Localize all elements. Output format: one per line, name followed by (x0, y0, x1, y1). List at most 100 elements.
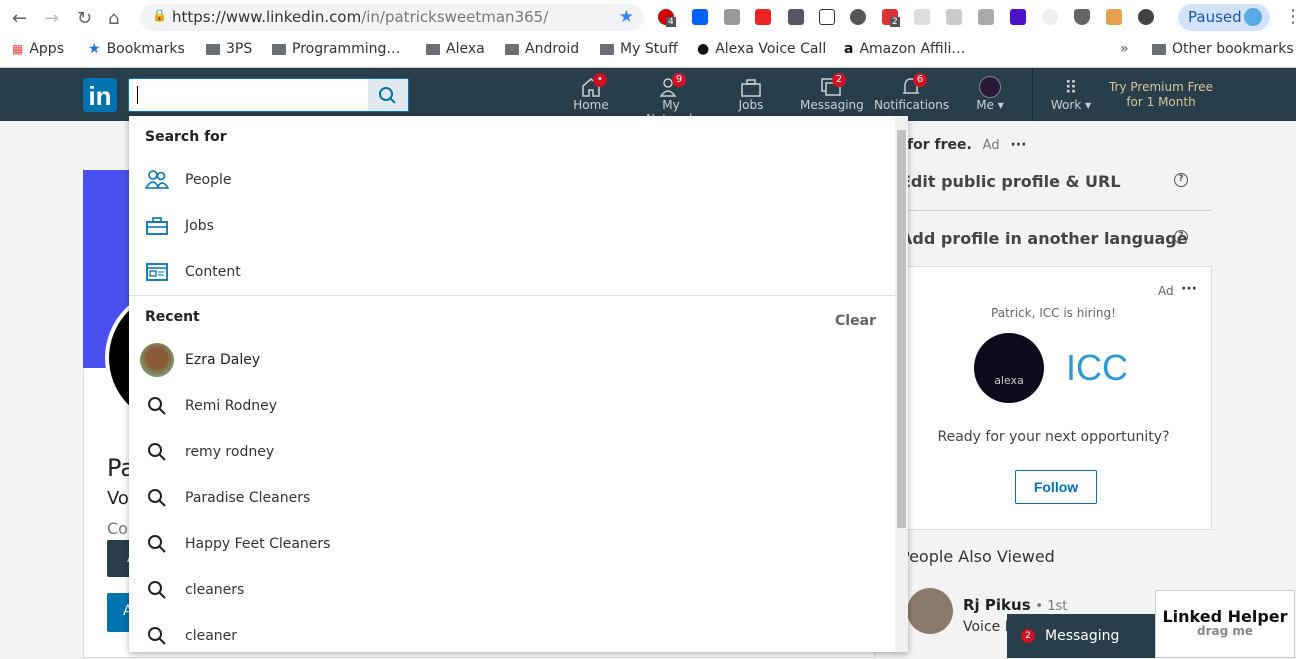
bookmark-folder[interactable]: 3PS (206, 41, 252, 57)
search-for-heading: Search for (145, 129, 227, 145)
bookmark-apps[interactable]: ▦ Apps (12, 41, 64, 57)
shield-icon[interactable] (1074, 9, 1090, 25)
extension-icon[interactable] (1138, 9, 1154, 25)
recent-item[interactable]: Paradise Cleaners (129, 475, 895, 521)
recent-item[interactable]: Happy Feet Cleaners (129, 521, 895, 567)
add-language-profile-link[interactable]: Add profile in another language (900, 229, 1188, 248)
more-options-button[interactable]: ··· (1010, 137, 1026, 153)
forward-icon[interactable]: → (44, 8, 59, 29)
folder-icon (272, 43, 286, 55)
search-icon (148, 581, 166, 599)
avatar-icon (1244, 8, 1262, 26)
person-avatar[interactable] (907, 588, 953, 634)
search-icon (148, 627, 166, 645)
clear-recent-button[interactable]: Clear (835, 313, 876, 329)
profile-headline: Vo (107, 488, 129, 509)
bookmark-folder[interactable]: Android (505, 41, 579, 57)
bookmark-folder[interactable]: Programming… (272, 41, 400, 57)
extension-icon[interactable]: 2 (882, 9, 900, 27)
extension-icon[interactable] (1042, 9, 1058, 25)
extension-icon[interactable] (724, 9, 740, 25)
json-icon[interactable] (819, 9, 835, 25)
search-icon (148, 397, 166, 415)
dropdown-scrollbar[interactable] (895, 116, 908, 652)
bookmark-folder[interactable]: My Stuff (600, 41, 678, 57)
recent-item[interactable]: cleaner (129, 613, 895, 659)
briefcase-icon (741, 79, 761, 97)
recent-item[interactable]: cleaners (129, 567, 895, 613)
people-icon (145, 170, 169, 189)
folder-icon (600, 43, 614, 55)
follow-button[interactable]: Follow (1015, 470, 1097, 504)
bookmark-star-icon[interactable]: ★ (619, 7, 634, 27)
folder-icon (206, 43, 220, 55)
java-icon[interactable] (1106, 9, 1122, 25)
bookmark-link[interactable]: a Amazon Affili… (844, 41, 965, 57)
address-bar[interactable]: 🔒 https://www.linkedin.com/in/patrickswe… (140, 4, 644, 31)
icc-logo: ICC (1066, 347, 1128, 388)
search-icon (148, 443, 166, 461)
search-for-content[interactable]: Content (129, 249, 895, 295)
scrollbar-thumb[interactable] (897, 130, 906, 528)
search-for-jobs[interactable]: Jobs (129, 203, 895, 249)
recent-item[interactable]: Remi Rodney (129, 383, 895, 429)
nav-jobs[interactable]: Jobs (731, 74, 771, 112)
nav-home[interactable]: • Home (566, 73, 616, 112)
extension-icon[interactable] (946, 9, 962, 25)
search-icon (148, 489, 166, 507)
reload-icon[interactable]: ↻ (77, 8, 92, 29)
extension-icon[interactable] (850, 9, 866, 25)
nav-work[interactable]: ⠿ Work ▾ (1046, 74, 1096, 113)
people-also-viewed-heading: People Also Viewed (900, 547, 1055, 566)
promo-text: for free. Ad ··· (907, 137, 1027, 153)
bookmark-folder[interactable]: Alexa (426, 41, 485, 57)
linkedin-logo[interactable]: in (83, 78, 117, 112)
folder-icon (426, 43, 440, 55)
messaging-overlay-bar[interactable]: 2 Messaging (1007, 614, 1155, 658)
search-for-people[interactable]: People (129, 157, 895, 203)
react-icon[interactable] (914, 9, 930, 25)
lighthouse-icon[interactable] (1010, 9, 1026, 25)
extension-icon[interactable] (978, 9, 994, 25)
ad-card: Ad ··· Patrick, ICC is hiring! alexa ICC… (895, 266, 1212, 530)
recent-item[interactable]: Ezra Daley (129, 337, 895, 383)
member-photo: alexa (974, 333, 1044, 403)
edit-public-profile-link[interactable]: Edit public profile & URL (900, 172, 1121, 191)
browser-toolbar: ← → ↻ ⌂ 🔒 https://www.linkedin.com/in/pa… (0, 0, 1296, 34)
recent-heading: Recent (145, 309, 200, 325)
divider (900, 210, 1211, 211)
home-icon[interactable]: ⌂ (108, 8, 119, 29)
youtube-ext-icon[interactable] (755, 9, 771, 25)
back-icon[interactable]: ← (12, 8, 27, 29)
nav-notifications[interactable]: 6 Notifications (874, 73, 949, 112)
profile-paused-button[interactable]: Paused (1178, 4, 1270, 31)
search-icon (379, 87, 396, 104)
nav-me[interactable]: Me ▾ (970, 74, 1010, 112)
search-button[interactable] (368, 79, 408, 111)
person-headline: Voice F (963, 619, 1013, 635)
menu-icon[interactable]: ⋮ (1284, 6, 1296, 27)
bookmarks-overflow-button[interactable]: » (1120, 41, 1129, 57)
search-input[interactable] (128, 78, 409, 112)
content-icon (146, 263, 168, 281)
person-name-row[interactable]: Rj Pikus • 1st (963, 596, 1067, 614)
avatar (140, 343, 174, 377)
text-cursor (137, 86, 138, 104)
more-options-button[interactable]: ··· (1181, 281, 1197, 297)
other-bookmarks[interactable]: Other bookmarks (1152, 41, 1294, 57)
try-premium-link[interactable]: Try Premium Free for 1 Month (1105, 80, 1217, 110)
github-icon: ● (697, 41, 710, 57)
recent-item[interactable]: remy rodney (129, 429, 895, 475)
eyedropper-icon[interactable] (788, 9, 804, 25)
help-icon[interactable]: ? (1174, 230, 1188, 244)
bookmark-link[interactable]: ● Alexa Voice Call (697, 41, 826, 57)
nav-messaging[interactable]: 2 Messaging (800, 73, 864, 112)
nav-divider (1032, 68, 1033, 121)
adblock-icon[interactable]: 4 (658, 9, 676, 27)
help-icon[interactable]: ? (1174, 173, 1188, 187)
bookmark-bookmarks[interactable]: ★ Bookmarks (88, 41, 185, 57)
dropbox-icon[interactable] (692, 9, 708, 25)
apps-grid-icon: ▦ (12, 42, 24, 56)
amazon-icon: a (844, 41, 854, 57)
linked-helper-widget[interactable]: Linked Helper drag me (1155, 590, 1295, 658)
